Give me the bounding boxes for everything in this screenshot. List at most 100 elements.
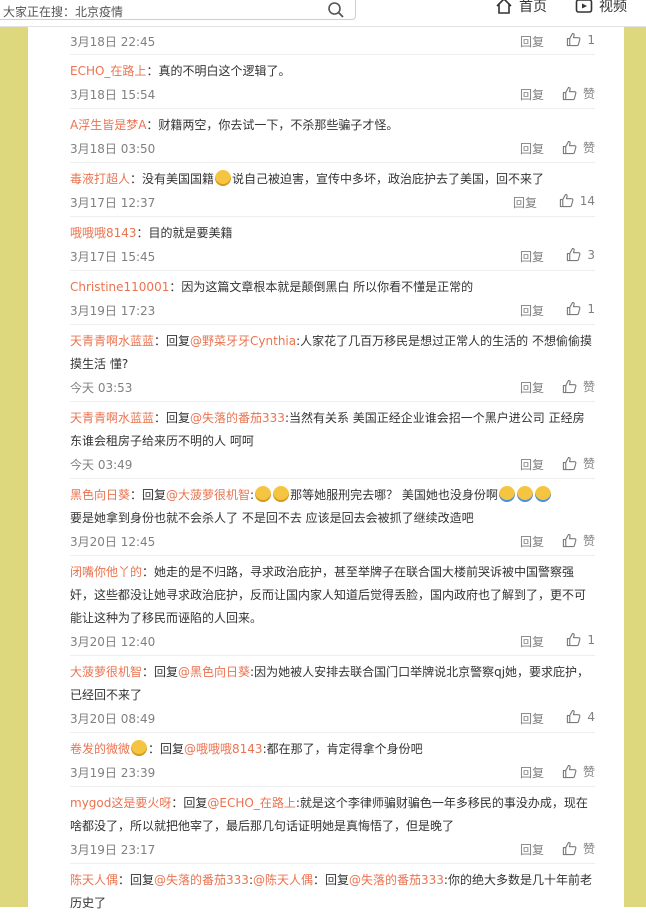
- like-count: 赞: [582, 380, 595, 394]
- nav-home[interactable]: 首页: [495, 0, 547, 16]
- reply-button[interactable]: 回复: [520, 33, 544, 50]
- comment-mention[interactable]: @陈天人偶: [253, 873, 313, 887]
- like-count: 1: [587, 301, 595, 316]
- nav-video[interactable]: 视频: [575, 0, 627, 16]
- comment-prefix: ：回复: [313, 873, 350, 887]
- comment-meta: 今天 03:53 回复 赞: [70, 376, 595, 400]
- comment-item: 3月18日 22:45 回复 1: [70, 26, 595, 55]
- reply-button[interactable]: 回复: [520, 302, 544, 319]
- search-icon[interactable]: [327, 1, 345, 19]
- like-button[interactable]: 赞: [562, 378, 595, 395]
- reply-button[interactable]: 回复: [520, 764, 544, 781]
- comment-username[interactable]: 天青青啊水蓝蓝: [70, 334, 154, 348]
- reply-button[interactable]: 回复: [520, 140, 544, 157]
- comment-time: 3月17日 12:37: [70, 196, 156, 210]
- comment-time: 3月19日 17:23: [70, 304, 156, 318]
- comment-mention[interactable]: @野菜牙牙Cynthia: [190, 334, 296, 348]
- thumbs-up-icon: [567, 247, 581, 262]
- reply-button[interactable]: 回复: [520, 86, 544, 103]
- like-button[interactable]: 1: [566, 632, 595, 647]
- comment-item: 天青青啊水蓝蓝：回复@失落的番茄333:当然有关系 美国正经企业谁会招一个黑户进…: [70, 402, 595, 479]
- like-button[interactable]: 赞: [562, 455, 595, 472]
- comment-username[interactable]: 大菠萝很机智: [70, 665, 142, 679]
- comment-meta: 3月20日 12:45 回复 赞: [70, 530, 595, 554]
- comment-mention[interactable]: @黑色向日葵: [178, 665, 250, 679]
- comment-time: 3月18日 22:45: [70, 35, 156, 49]
- comment-item: 天青青啊水蓝蓝：回复@野菜牙牙Cynthia:人家花了几百万移民是想过正常人的生…: [70, 325, 595, 402]
- comment-meta: 3月20日 12:40 回复 1: [70, 630, 595, 654]
- reply-button[interactable]: 回复: [520, 379, 544, 396]
- comment-username[interactable]: 卷发的微微: [70, 742, 130, 756]
- comment-body: 天青青啊水蓝蓝：回复@野菜牙牙Cynthia:人家花了几百万移民是想过正常人的生…: [70, 325, 595, 376]
- comment-mention[interactable]: @失落的番茄333: [349, 873, 444, 887]
- crying-laughing-emoji-icon: [534, 486, 551, 502]
- comment-body: 卷发的微微 ：回复@哦哦哦8143:都在那了，肯定得拿个身份吧: [70, 733, 595, 761]
- comment-body: A浮生皆是梦A：财籍两空，你去试一下，不杀那些骗子才怪。: [70, 109, 595, 137]
- like-count: 赞: [582, 457, 595, 471]
- reply-button[interactable]: 回复: [520, 456, 544, 473]
- reply-button[interactable]: 回复: [513, 194, 537, 211]
- reply-button[interactable]: 回复: [520, 710, 544, 727]
- comment-username[interactable]: 黑色向日葵: [70, 488, 130, 502]
- comment-mention[interactable]: @ECHO_在路上: [207, 796, 295, 810]
- reply-button[interactable]: 回复: [520, 633, 544, 650]
- comment-mention[interactable]: @失落的番茄333: [190, 411, 285, 425]
- comment-time: 3月19日 23:17: [70, 843, 156, 857]
- comment-item: 哦哦哦8143：目的就是要美籍 3月17日 15:45 回复 3: [70, 217, 595, 271]
- comment-username[interactable]: 陈天人偶: [70, 873, 118, 887]
- comment-text: :: [250, 488, 255, 502]
- like-button[interactable]: 3: [566, 247, 595, 262]
- page-background-right: [624, 0, 646, 907]
- laughing-emoji-icon: [255, 486, 272, 502]
- comment-text: ：财籍两空，你去试一下，不杀那些骗子才怪。: [146, 118, 399, 132]
- reply-button[interactable]: 回复: [520, 533, 544, 550]
- comment-username[interactable]: 哦哦哦8143: [70, 226, 137, 240]
- comment-body: 天青青啊水蓝蓝：回复@失落的番茄333:当然有关系 美国正经企业谁会招一个黑户进…: [70, 402, 595, 453]
- like-button[interactable]: 赞: [562, 840, 595, 857]
- comment-item: A浮生皆是梦A：财籍两空，你去试一下，不杀那些骗子才怪。 3月18日 03:50…: [70, 109, 595, 163]
- like-button[interactable]: 赞: [562, 532, 595, 549]
- comment-item: mygod这是要火呀：回复@ECHO_在路上:就是这个李律师骗财骗色一年多移民的…: [70, 787, 595, 864]
- top-navigation-bar: 大家正在搜：北京疫情 首页 视频: [0, 0, 646, 27]
- like-button[interactable]: 赞: [562, 85, 595, 102]
- thumbs-up-icon: [562, 533, 577, 548]
- nav-home-label: 首页: [519, 0, 547, 15]
- like-count: 赞: [582, 842, 595, 856]
- comment-mention[interactable]: @失落的番茄333: [154, 873, 249, 887]
- comment-mention[interactable]: @大菠萝很机智: [166, 488, 250, 502]
- comment-meta: 3月18日 15:54 回复 赞: [70, 83, 595, 107]
- comment-time: 今天 03:49: [70, 458, 133, 472]
- comment-username[interactable]: 毒液打超人: [70, 172, 130, 186]
- reply-button[interactable]: 回复: [520, 841, 544, 858]
- comment-time: 3月20日 08:49: [70, 712, 156, 726]
- comment-body: 哦哦哦8143：目的就是要美籍: [70, 217, 595, 245]
- like-button[interactable]: 1: [566, 301, 595, 316]
- thumbs-up-icon: [567, 301, 581, 316]
- comment-text: 要是她拿到身份也就不会杀人了 不是回不去 应该是回去会被抓了继续改造吧: [70, 511, 474, 525]
- nav-video-label: 视频: [599, 0, 627, 15]
- comment-mention[interactable]: @哦哦哦8143: [184, 742, 263, 756]
- like-button[interactable]: 赞: [562, 139, 595, 156]
- comment-time: 今天 03:53: [70, 381, 133, 395]
- comment-item: ECHO_在路上：真的不明白这个逻辑了。 3月18日 15:54 回复 赞: [70, 55, 595, 109]
- comment-username[interactable]: A浮生皆是梦A: [70, 118, 146, 132]
- comment-username[interactable]: 天青青啊水蓝蓝: [70, 411, 154, 425]
- comment-username[interactable]: mygod这是要火呀: [70, 796, 171, 810]
- comment-body: 黑色向日葵：回复@大菠萝很机智: 那等她服刑完去哪？ 美国她也没身份啊 要是她拿到身…: [70, 479, 595, 530]
- comment-username[interactable]: Christine110001: [70, 280, 169, 294]
- comment-prefix: ：回复: [154, 411, 191, 425]
- comment-username[interactable]: 闭嘴你他丫的: [70, 565, 142, 579]
- comment-body: 毒液打超人：没有美国国籍 说自己被迫害，宣传中多坏，政治庇护去了美国，回不来了: [70, 163, 595, 191]
- comment-text: :都在那了，肯定得拿个身份吧: [262, 742, 423, 756]
- video-icon: [575, 0, 593, 13]
- like-button[interactable]: 1: [566, 32, 595, 47]
- comment-text: ：没有美国国籍: [130, 172, 215, 186]
- like-button[interactable]: 4: [566, 709, 595, 724]
- reply-button[interactable]: 回复: [520, 248, 544, 265]
- like-button[interactable]: 赞: [562, 763, 595, 780]
- search-input[interactable]: 大家正在搜：北京疫情: [0, 0, 356, 20]
- like-button[interactable]: 14: [559, 193, 595, 208]
- comment-username[interactable]: ECHO_在路上: [70, 64, 146, 78]
- comment-prefix: ：回复: [130, 488, 167, 502]
- thumbs-up-icon: [559, 193, 574, 208]
